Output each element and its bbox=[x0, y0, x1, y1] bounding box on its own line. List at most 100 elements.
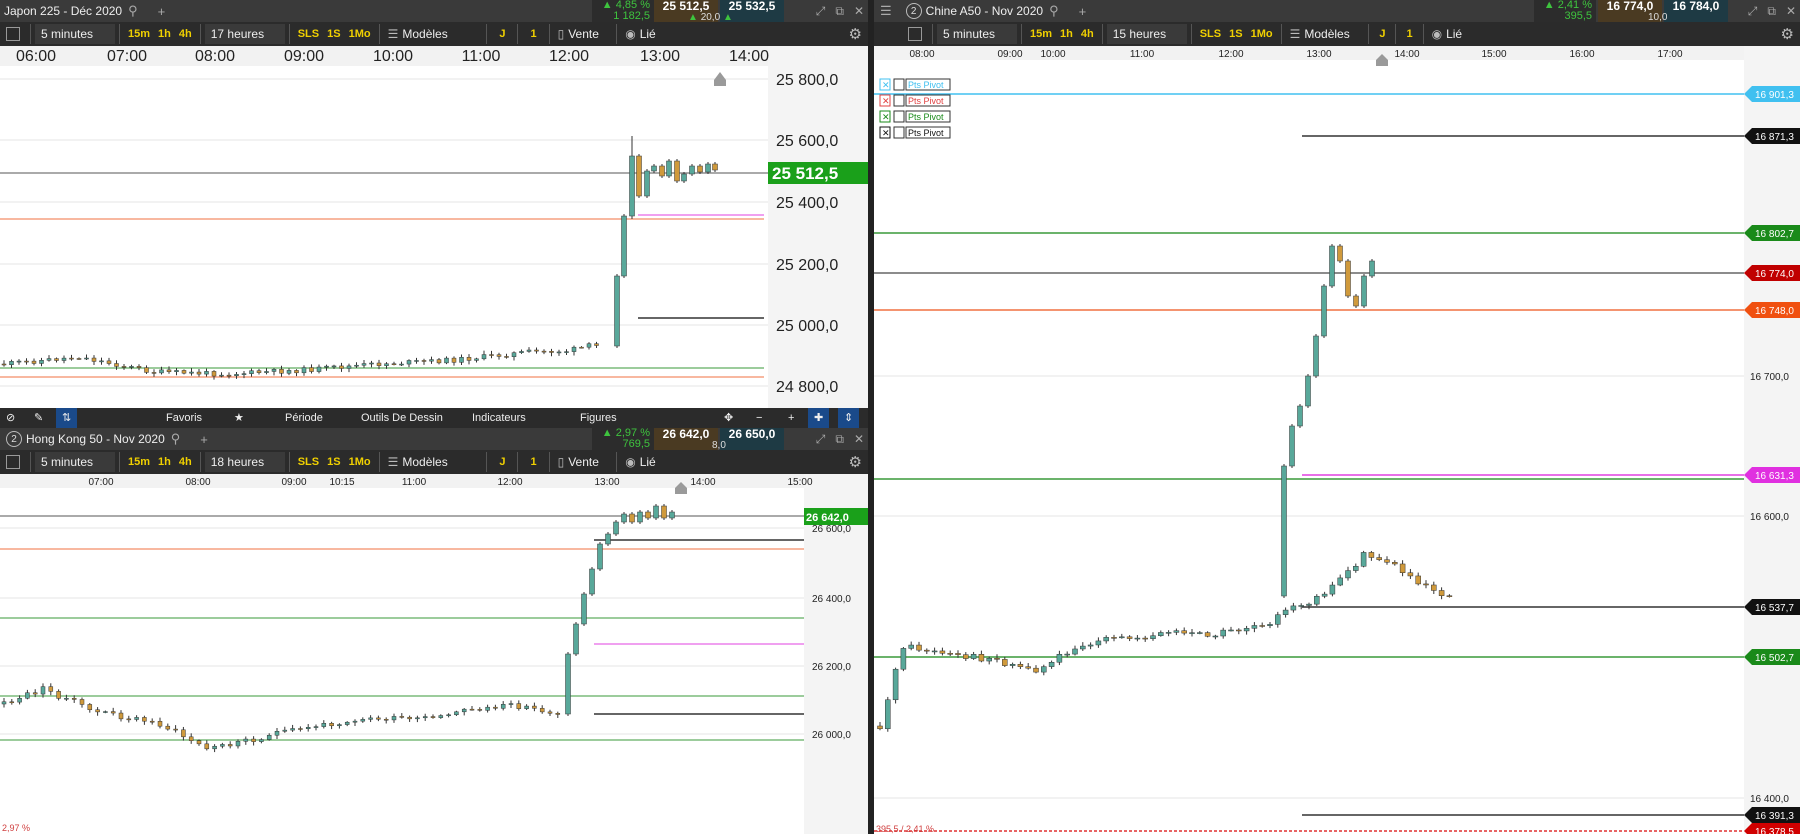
hongkong-title[interactable]: Hong Kong 50 - Nov 2020 bbox=[26, 432, 165, 446]
layout-icon[interactable] bbox=[908, 27, 922, 41]
gear-icon[interactable]: ⚙ bbox=[849, 453, 862, 471]
models-button[interactable]: Modèles bbox=[402, 455, 482, 469]
chart-count-1[interactable]: 1 bbox=[1400, 28, 1418, 40]
candle-body bbox=[1072, 648, 1078, 655]
candles-icon[interactable]: ▯ bbox=[558, 27, 565, 41]
popout-icon[interactable]: ⧉ bbox=[835, 4, 844, 19]
add-tab-icon[interactable]: + bbox=[1079, 4, 1087, 19]
range-select[interactable]: 17 heures bbox=[204, 24, 285, 44]
range-1s[interactable]: 1S bbox=[1225, 28, 1246, 40]
level-label: 16 802,7 bbox=[1755, 229, 1794, 240]
search-icon[interactable]: ⚲ bbox=[1049, 3, 1059, 19]
sell-button[interactable]: Vente bbox=[568, 27, 612, 41]
chart-count-1[interactable]: 1 bbox=[522, 28, 544, 40]
move-icon[interactable]: ✥ bbox=[724, 408, 733, 428]
swap-icon[interactable]: ⇅ bbox=[56, 408, 78, 428]
linked-button[interactable]: Lié bbox=[1446, 27, 1462, 41]
interval-15m[interactable]: 15m bbox=[1026, 28, 1056, 40]
expand-icon[interactable]: ⤢ bbox=[816, 4, 826, 19]
range-sls[interactable]: SLS bbox=[294, 28, 323, 40]
models-button[interactable]: Modèles bbox=[402, 27, 482, 41]
figures-button[interactable]: Figures bbox=[580, 408, 617, 428]
models-icon[interactable]: ☰ bbox=[388, 27, 399, 41]
gear-icon[interactable]: ⚙ bbox=[849, 25, 862, 43]
interval-1h[interactable]: 1h bbox=[154, 456, 175, 468]
interval-4h[interactable]: 4h bbox=[1077, 28, 1098, 40]
indicators-button[interactable]: Indicateurs bbox=[472, 408, 526, 428]
china-buy-box[interactable]: 16 784,0 bbox=[1664, 0, 1728, 22]
japan-chart[interactable]: 06:00 07:00 08:00 09:00 10:00 11:00 12:00 13:00… bbox=[0, 46, 868, 408]
search-icon[interactable]: ⚲ bbox=[128, 3, 138, 19]
link-icon[interactable]: ◉ bbox=[625, 455, 635, 469]
close-icon[interactable]: ✕ bbox=[854, 432, 864, 446]
close-icon[interactable]: ✕ bbox=[854, 4, 864, 18]
gear-icon[interactable]: ⚙ bbox=[1781, 25, 1794, 43]
interval-4h[interactable]: 4h bbox=[175, 456, 196, 468]
time-label: 12:00 bbox=[497, 477, 522, 488]
hongkong-chart[interactable]: 07:00 08:00 09:00 10:15 11:00 12:00 13:00 14:00… bbox=[0, 474, 868, 834]
star-icon[interactable]: ★ bbox=[234, 408, 244, 428]
chart-count-1[interactable]: 1 bbox=[522, 456, 544, 468]
candle-body bbox=[361, 363, 367, 366]
candle-body bbox=[614, 275, 620, 347]
search-icon[interactable]: ⚲ bbox=[171, 431, 181, 447]
range-1mo[interactable]: 1Mo bbox=[345, 456, 375, 468]
linked-button[interactable]: Lié bbox=[640, 27, 656, 41]
models-icon[interactable]: ☰ bbox=[1290, 27, 1301, 41]
add-tab-icon[interactable]: + bbox=[158, 4, 166, 19]
popout-icon[interactable]: ⧉ bbox=[1767, 4, 1776, 19]
models-button[interactable]: Modèles bbox=[1304, 27, 1364, 41]
sell-button[interactable]: Vente bbox=[568, 455, 612, 469]
autoscale-icon[interactable]: ⇕ bbox=[838, 408, 860, 428]
china-title[interactable]: Chine A50 - Nov 2020 bbox=[926, 4, 1043, 18]
range-1s[interactable]: 1S bbox=[323, 28, 344, 40]
range-sls[interactable]: SLS bbox=[1196, 28, 1225, 40]
expand-icon[interactable]: ⤢ bbox=[816, 432, 826, 447]
chart-type-j[interactable]: J bbox=[1373, 28, 1391, 40]
expand-icon[interactable]: ⤢ bbox=[1748, 4, 1758, 19]
japan-title[interactable]: Japon 225 - Déc 2020 bbox=[4, 4, 122, 18]
zoom-in-icon[interactable]: + bbox=[788, 408, 794, 428]
range-sls[interactable]: SLS bbox=[294, 456, 323, 468]
range-select[interactable]: 15 heures bbox=[1106, 24, 1187, 44]
drawing-tools-button[interactable]: Outils De Dessin bbox=[361, 408, 443, 428]
link-icon[interactable]: ◉ bbox=[625, 27, 635, 41]
crosshair-icon[interactable]: ✚ bbox=[808, 408, 830, 428]
japan-change-abs: 1 182,5 bbox=[613, 10, 650, 22]
range-select[interactable]: 18 heures bbox=[204, 452, 285, 472]
interval-4h[interactable]: 4h bbox=[175, 28, 196, 40]
pencil-icon[interactable]: ✎ bbox=[34, 408, 43, 428]
interval-15m[interactable]: 15m bbox=[124, 28, 154, 40]
favorites-button[interactable]: Favoris bbox=[166, 408, 202, 428]
zoom-out-icon[interactable]: − bbox=[756, 408, 762, 428]
linked-button[interactable]: Lié bbox=[640, 455, 656, 469]
link-icon[interactable]: ◉ bbox=[1432, 27, 1442, 41]
interval-15m[interactable]: 15m bbox=[124, 456, 154, 468]
interval-select[interactable]: 5 minutes bbox=[35, 452, 115, 472]
range-1mo[interactable]: 1Mo bbox=[1247, 28, 1277, 40]
candle-body bbox=[103, 711, 108, 713]
interval-select[interactable]: 5 minutes bbox=[35, 24, 115, 44]
interval-1h[interactable]: 1h bbox=[154, 28, 175, 40]
range-1mo[interactable]: 1Mo bbox=[345, 28, 375, 40]
china-chart[interactable]: 08:00 09:00 10:00 11:00 12:00 13:00 14:00 15:00… bbox=[874, 46, 1800, 834]
close-icon[interactable]: ✕ bbox=[1786, 4, 1796, 18]
popout-icon[interactable]: ⧉ bbox=[835, 432, 844, 447]
candle-body bbox=[1119, 636, 1125, 639]
hongkong-sell-box[interactable]: 26 642,0 bbox=[654, 428, 718, 450]
hongkong-buy-box[interactable]: 26 650,0 bbox=[720, 428, 784, 450]
layout-icon[interactable] bbox=[6, 27, 20, 41]
models-icon[interactable]: ☰ bbox=[388, 455, 399, 469]
menu-icon[interactable]: ☰ bbox=[880, 3, 892, 19]
period-button[interactable]: Période bbox=[285, 408, 323, 428]
candles-icon[interactable]: ▯ bbox=[558, 455, 565, 469]
add-tab-icon[interactable]: + bbox=[200, 432, 208, 447]
layout-icon[interactable] bbox=[6, 455, 20, 469]
chart-type-j[interactable]: J bbox=[491, 456, 513, 468]
interval-select[interactable]: 5 minutes bbox=[937, 24, 1017, 44]
cancel-icon[interactable]: ⊘ bbox=[6, 408, 15, 428]
interval-1h[interactable]: 1h bbox=[1056, 28, 1077, 40]
range-1s[interactable]: 1S bbox=[323, 456, 344, 468]
candle-body bbox=[877, 725, 883, 730]
chart-type-j[interactable]: J bbox=[491, 28, 513, 40]
